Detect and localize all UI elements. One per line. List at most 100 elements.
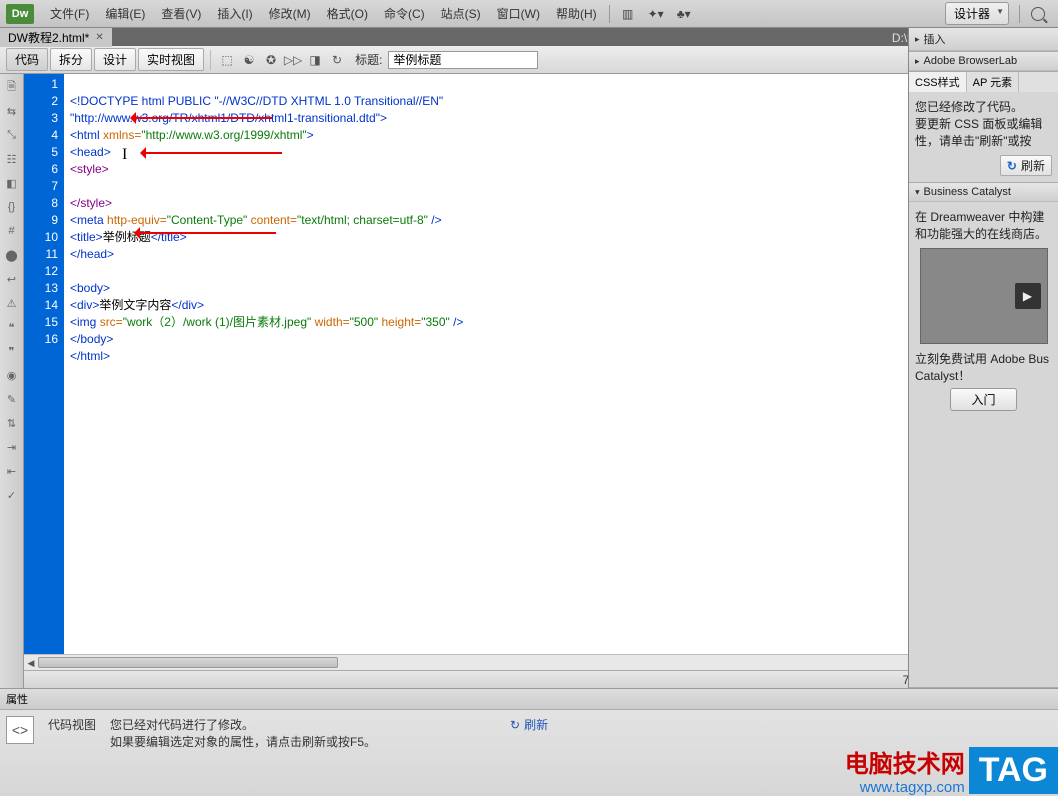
title-input[interactable] <box>388 51 538 69</box>
document-tab-bar: DW教程2.html* ✕ D:\tools\桌面\DW教程2.html ⊞ <box>0 28 1058 46</box>
menu-window[interactable]: 窗口(W) <box>489 1 548 26</box>
refresh-icon: ↻ <box>510 718 520 732</box>
line-number-gutter: 1234 5678 9101112 13141516 <box>24 74 64 654</box>
css-refresh-button[interactable]: ↻ 刷新 <box>1000 155 1052 176</box>
sync-icon[interactable]: ♣▾ <box>674 5 694 23</box>
inspect-icon[interactable]: ☯ <box>239 51 259 69</box>
properties-refresh-button[interactable]: ↻ 刷新 <box>510 716 548 733</box>
close-tab-icon[interactable]: ✕ <box>95 32 103 43</box>
bc-start-button[interactable]: 入门 <box>950 388 1016 411</box>
annotation-arrow-icon <box>132 117 272 119</box>
indent-icon[interactable]: ⇥ <box>3 438 21 456</box>
menu-insert[interactable]: 插入(I) <box>209 1 260 26</box>
word-wrap-icon[interactable]: ↩ <box>3 270 21 288</box>
browserlab-panel: Adobe BrowserLab <box>909 52 1058 72</box>
properties-panel: 属性 <> 代码视图 您已经对代码进行了修改。 如果要编辑选定对象的属性，请点击… <box>0 688 1058 796</box>
apply-comment-icon[interactable]: ❝ <box>3 318 21 336</box>
live-view-button[interactable]: 实时视图 <box>138 48 204 71</box>
code-toolbar: 🗎 ⇆ ⤡ ☷ ◧ {} # ⬤ ↩ ⚠ ❝ ❞ ◉ ✎ ⇅ ⇥ ⇤ ✓ <box>0 74 24 688</box>
format-source-icon[interactable]: ✓ <box>3 486 21 504</box>
separator <box>210 50 211 70</box>
annotation-arrow-icon <box>136 232 276 234</box>
refresh-icon[interactable]: ↻ <box>327 51 347 69</box>
refresh-icon: ↻ <box>1007 159 1017 173</box>
annotation-arrow-icon <box>142 152 282 154</box>
live-code-icon[interactable]: ⬚ <box>217 51 237 69</box>
expand-all-icon[interactable]: ☷ <box>3 150 21 168</box>
separator <box>1019 5 1020 23</box>
balance-braces-icon[interactable]: {} <box>3 198 21 216</box>
bc-panel-header[interactable]: Business Catalyst <box>909 183 1058 202</box>
bc-panel-body: 在 Dreamweaver 中构建 和功能强大的在线商店。 ▶ 立刻免费试用 A… <box>909 202 1058 421</box>
layout-icon[interactable]: ▥ <box>618 5 638 23</box>
bc-try-text: 立刻免费试用 Adobe Bus <box>915 350 1052 367</box>
play-icon[interactable]: ▶ <box>1015 283 1041 309</box>
menu-edit[interactable]: 编辑(E) <box>97 1 153 26</box>
syntax-error-icon[interactable]: ⚠ <box>3 294 21 312</box>
refresh-label: 刷新 <box>1021 157 1045 174</box>
split-view-button[interactable]: 拆分 <box>50 48 92 71</box>
watermark-url: www.tagxp.com <box>845 779 965 796</box>
code-view-icon: <> <box>6 716 34 744</box>
menu-format[interactable]: 格式(O) <box>319 1 376 26</box>
scroll-left-icon[interactable]: ◀ <box>24 656 38 670</box>
menu-modify[interactable]: 修改(M) <box>261 1 319 26</box>
main-area: 🗎 ⇆ ⤡ ☷ ◧ {} # ⬤ ↩ ⚠ ❝ ❞ ◉ ✎ ⇅ ⇥ ⇤ ✓ 123… <box>0 74 1058 688</box>
visual-aids-icon[interactable]: ◨ <box>305 51 325 69</box>
highlight-invalid-icon[interactable]: ⬤ <box>3 246 21 264</box>
menu-view[interactable]: 查看(V) <box>153 1 209 26</box>
show-code-nav-icon[interactable]: ⇆ <box>3 102 21 120</box>
browser-preview-icon[interactable]: ✪ <box>261 51 281 69</box>
bc-msg: 和功能强大的在线商店。 <box>915 225 1052 242</box>
browserlab-panel-header[interactable]: Adobe BrowserLab <box>909 52 1058 71</box>
search-icon[interactable] <box>1028 5 1048 23</box>
extension-icon[interactable]: ✦▾ <box>646 5 666 23</box>
properties-message: 您已经对代码进行了修改。 如果要编辑选定对象的属性，请点击刷新或按F5。 <box>110 716 376 750</box>
open-docs-icon[interactable]: 🗎 <box>3 78 21 96</box>
document-toolbar: 代码 拆分 设计 实时视图 ⬚ ☯ ✪ ▷▷ ◨ ↻ 标题: <box>0 46 1058 74</box>
recent-snippets-icon[interactable]: ✎ <box>3 390 21 408</box>
horizontal-scrollbar[interactable]: ◀ ▶ <box>24 654 1058 670</box>
bc-msg: 在 Dreamweaver 中构建 <box>915 208 1052 225</box>
code-content[interactable]: <!DOCTYPE html PUBLIC "-//W3C//DTD XHTML… <box>64 74 1042 654</box>
wrap-tag-icon[interactable]: ◉ <box>3 366 21 384</box>
select-parent-icon[interactable]: ◧ <box>3 174 21 192</box>
properties-header[interactable]: 属性 <box>0 689 1058 710</box>
watermark-title: 电脑技术网 <box>845 744 965 779</box>
bc-video-thumbnail[interactable]: ▶ <box>920 248 1048 344</box>
main-menubar: Dw 文件(F) 编辑(E) 查看(V) 插入(I) 修改(M) 格式(O) 命… <box>0 0 1058 28</box>
collapse-tag-icon[interactable]: ⤡ <box>3 126 21 144</box>
title-label: 标题: <box>355 51 382 68</box>
watermark: 电脑技术网 www.tagxp.com TAG <box>845 744 1058 796</box>
css-msg: 要更新 CSS 面板或编辑 <box>915 115 1052 132</box>
css-msg: 您已经修改了代码。 <box>915 98 1052 115</box>
design-view-button[interactable]: 设计 <box>94 48 136 71</box>
menu-site[interactable]: 站点(S) <box>433 1 489 26</box>
outdent-icon[interactable]: ⇤ <box>3 462 21 480</box>
watermark-tag: TAG <box>969 747 1058 794</box>
css-styles-tab[interactable]: CSS样式 <box>909 72 967 92</box>
css-panel-body: 您已经修改了代码。 要更新 CSS 面板或编辑 性，请单击"刷新"或按 ↻ 刷新 <box>909 92 1058 182</box>
move-css-icon[interactable]: ⇅ <box>3 414 21 432</box>
css-panel: CSS样式 AP 元素 您已经修改了代码。 要更新 CSS 面板或编辑 性，请单… <box>909 72 1058 183</box>
document-tab[interactable]: DW教程2.html* ✕ <box>0 28 112 47</box>
remove-comment-icon[interactable]: ❞ <box>3 342 21 360</box>
refresh-label: 刷新 <box>524 716 548 733</box>
code-view-button[interactable]: 代码 <box>6 48 48 71</box>
workspace-dropdown[interactable]: 设计器 <box>945 2 1009 25</box>
right-panel-group: 插入 Adobe BrowserLab CSS样式 AP 元素 您已经修改了代码… <box>908 28 1058 688</box>
file-mgmt-icon[interactable]: ▷▷ <box>283 51 303 69</box>
insert-panel-header[interactable]: 插入 <box>909 28 1058 51</box>
ap-elements-tab[interactable]: AP 元素 <box>967 72 1020 92</box>
document-tab-label: DW教程2.html* <box>8 29 89 46</box>
menu-file[interactable]: 文件(F) <box>42 1 97 26</box>
menu-help[interactable]: 帮助(H) <box>548 1 605 26</box>
line-numbers-icon[interactable]: # <box>3 222 21 240</box>
bc-try-text: Catalyst！ <box>915 367 1052 384</box>
css-msg: 性，请单击"刷新"或按 <box>915 132 1052 149</box>
business-catalyst-panel: Business Catalyst 在 Dreamweaver 中构建 和功能强… <box>909 183 1058 688</box>
code-view-label: 代码视图 <box>48 716 96 733</box>
scrollbar-thumb[interactable] <box>38 657 338 668</box>
text-cursor-icon: I <box>122 146 127 163</box>
menu-command[interactable]: 命令(C) <box>376 1 433 26</box>
